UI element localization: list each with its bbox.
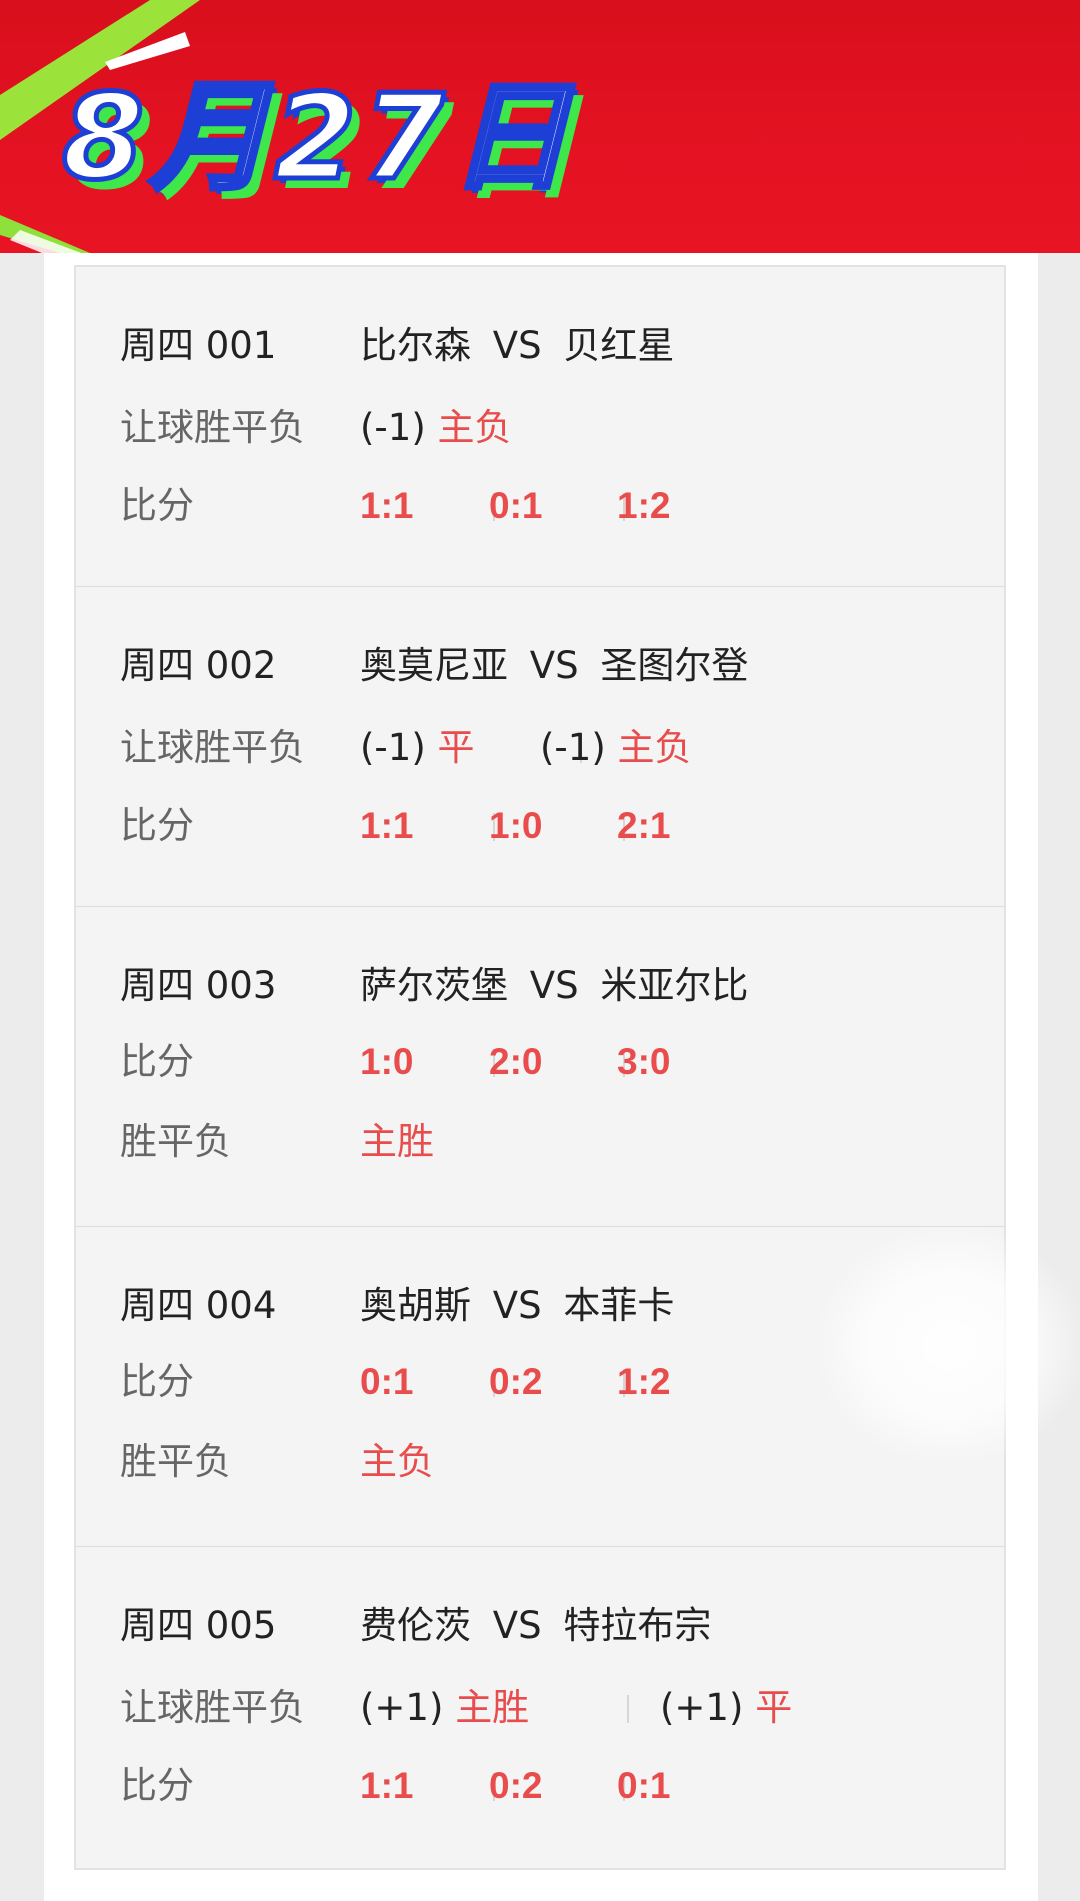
match-item: 周四 005 费伦茨 VS 特拉布宗 让球胜平负 (+1) 主胜 (+1) 平 … — [76, 1547, 1004, 1867]
handicap-pick: (-1) 平 — [360, 723, 475, 773]
away-team: 本菲卡 — [563, 1284, 675, 1327]
handicap-value: (-1) — [360, 406, 426, 449]
match-teams: 比尔森 VS 贝红星 — [360, 321, 674, 371]
match-teams: 奥莫尼亚 VS 圣图尔登 — [360, 641, 748, 691]
home-team: 奥莫尼亚 — [360, 644, 508, 687]
match-teams: 奥胡斯 VS 本菲卡 — [360, 1281, 674, 1331]
row-label: 比分 — [120, 1764, 194, 1807]
home-team: 奥胡斯 — [360, 1284, 471, 1327]
score-value: 1:0 — [360, 1041, 414, 1082]
pick-value: 主胜 — [360, 1120, 434, 1163]
score-value: 1:1 — [360, 805, 414, 846]
score-value: 1:0 — [489, 805, 543, 846]
vs-label: VS — [529, 644, 579, 687]
match-item: 周四 002 奥莫尼亚 VS 圣图尔登 让球胜平负 (-1) 平 (-1) 主负… — [76, 587, 1004, 907]
away-team: 贝红星 — [563, 324, 675, 367]
row-label: 让球胜平负 — [120, 406, 305, 449]
match-item: 周四 003 萨尔茨堡 VS 米亚尔比 比分 1:0 2:0 3:0 胜平负 主… — [76, 907, 1004, 1227]
match-code: 周四 004 — [120, 1284, 277, 1327]
match-item: 周四 001 比尔森 VS 贝红星 让球胜平负 (-1) 主负 比分 1:1 0… — [76, 267, 1004, 587]
score-value: 2:0 — [489, 1041, 543, 1082]
handicap-value: (-1) — [540, 726, 606, 769]
light-glare — [820, 1230, 1080, 1460]
vs-label: VS — [492, 1604, 542, 1647]
away-team: 特拉布宗 — [563, 1604, 712, 1647]
vs-label: VS — [492, 1284, 542, 1327]
score-value: 0:2 — [489, 1765, 543, 1806]
row-label: 比分 — [120, 1040, 194, 1083]
handicap-pick: (-1) 主负 — [360, 403, 512, 453]
match-card: 周四 001 比尔森 VS 贝红星 让球胜平负 (-1) 主负 比分 1:1 0… — [74, 265, 1006, 1870]
score-value: 0:1 — [360, 1361, 414, 1402]
row-label: 胜平负 — [120, 1120, 231, 1163]
score-value: 0:1 — [617, 1765, 671, 1806]
home-team: 费伦茨 — [360, 1604, 471, 1647]
handicap-value: (+1) — [660, 1686, 744, 1729]
score-value: 0:1 — [489, 485, 543, 526]
match-code: 周四 005 — [120, 1604, 277, 1647]
score-value: 3:0 — [617, 1041, 671, 1082]
match-teams: 费伦茨 VS 特拉布宗 — [360, 1601, 711, 1651]
handicap-pick: (+1) 主胜 — [360, 1683, 529, 1733]
pick-value: 主负 — [360, 1440, 434, 1483]
match-code: 周四 002 — [120, 644, 277, 687]
match-code: 周四 001 — [120, 324, 277, 367]
pick-value: 平 — [437, 726, 475, 769]
score-value: 1:2 — [617, 485, 671, 526]
away-team: 米亚尔比 — [600, 964, 749, 1007]
score-value: 1:1 — [360, 1765, 414, 1806]
handicap-pick: (+1) 平 — [660, 1683, 792, 1733]
row-label: 胜平负 — [120, 1440, 231, 1483]
row-label: 让球胜平负 — [120, 726, 305, 769]
vs-label: VS — [492, 324, 542, 367]
row-label: 比分 — [120, 804, 194, 847]
vs-label: VS — [529, 964, 579, 1007]
home-team: 萨尔茨堡 — [360, 964, 508, 1007]
handicap-value: (-1) — [360, 726, 426, 769]
match-code: 周四 003 — [120, 964, 277, 1007]
handicap-value: (+1) — [360, 1686, 444, 1729]
away-team: 圣图尔登 — [600, 644, 749, 687]
score-value: 1:2 — [617, 1361, 671, 1402]
pick-value: 主负 — [437, 406, 512, 449]
separator — [627, 1695, 629, 1723]
row-label: 比分 — [120, 484, 194, 527]
pick-value: 平 — [755, 1686, 793, 1729]
row-label: 比分 — [120, 1360, 194, 1403]
header-banner: 8月27日 — [0, 0, 1080, 253]
home-team: 比尔森 — [360, 324, 471, 367]
score-value: 0:2 — [489, 1361, 543, 1402]
pick-value: 主负 — [617, 726, 692, 769]
date-title: 8月27日 — [59, 68, 575, 206]
score-value: 1:1 — [360, 485, 414, 526]
score-value: 2:1 — [617, 805, 671, 846]
match-teams: 萨尔茨堡 VS 米亚尔比 — [360, 961, 748, 1011]
pick-value: 主胜 — [455, 1686, 530, 1729]
row-label: 让球胜平负 — [120, 1686, 305, 1729]
handicap-pick: (-1) 主负 — [540, 723, 692, 773]
